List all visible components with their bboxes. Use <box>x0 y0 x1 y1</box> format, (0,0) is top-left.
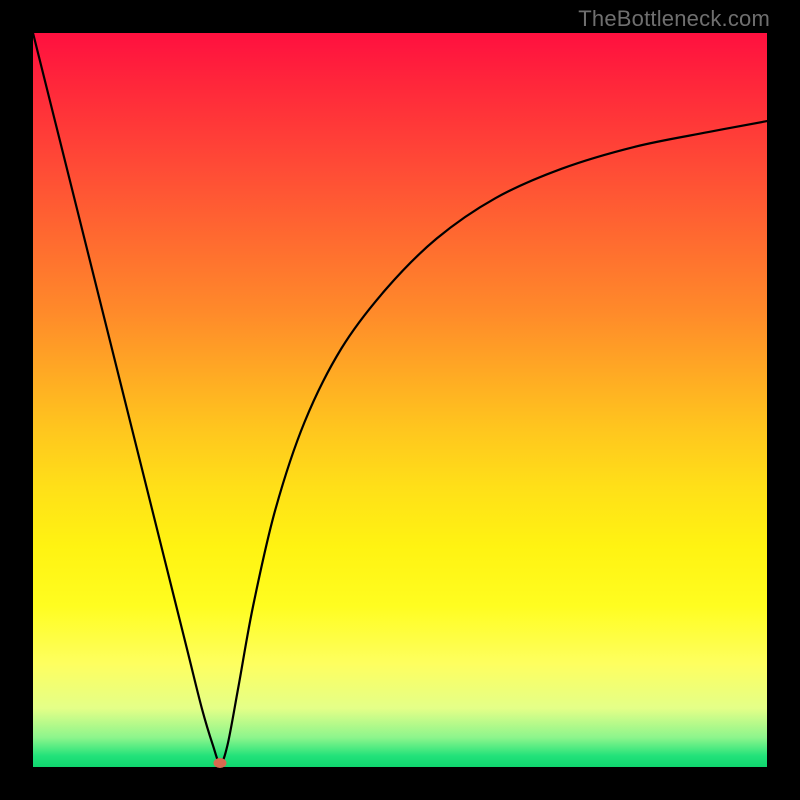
plot-area <box>33 33 767 767</box>
chart-frame: TheBottleneck.com <box>0 0 800 800</box>
watermark-text: TheBottleneck.com <box>578 6 770 32</box>
min-marker <box>214 758 227 768</box>
bottleneck-curve <box>33 33 767 767</box>
